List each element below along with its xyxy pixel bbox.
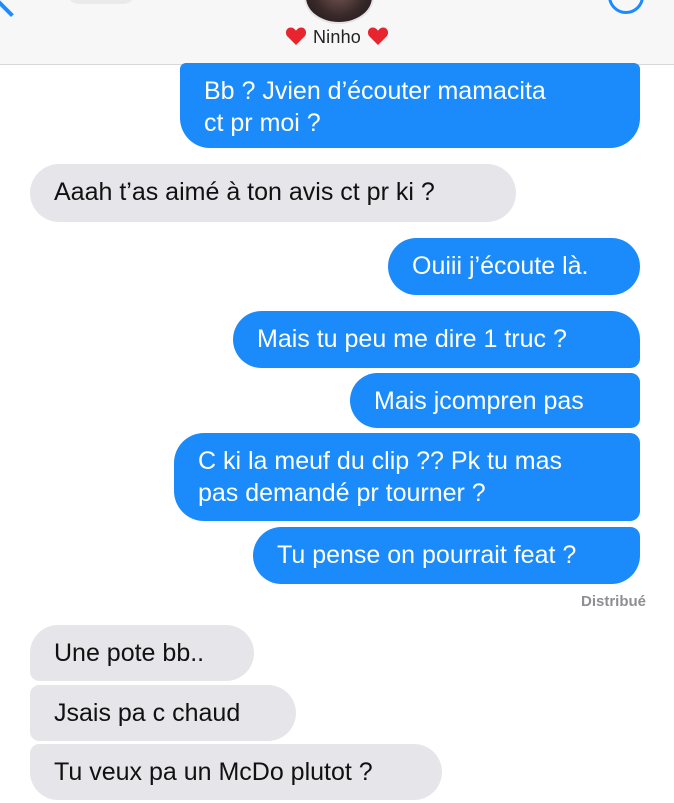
outgoing-message-bubble[interactable]: Ouiii j’écoute là. [388, 238, 640, 295]
conversation-header: Ninho [0, 0, 674, 65]
message-text: Aaah t’as aimé à ton avis ct pr ki ? [54, 178, 435, 206]
message-text: Tu pense on pourrait feat ? [277, 541, 577, 569]
message-text: C ki la meuf du clip ?? Pk tu mas [198, 447, 563, 475]
message-text: Jsais pa c chaud [54, 699, 241, 727]
message-text: Mais jcompren pas [374, 387, 584, 415]
message-text: Mais tu peu me dire 1 truc ? [257, 325, 567, 353]
back-label-fragment[interactable] [66, 0, 136, 4]
outgoing-message-bubble[interactable]: Tu pense on pourrait feat ? [253, 527, 640, 584]
message-text: Une pote bb.. [54, 639, 205, 667]
message-text: Tu veux pa un McDo plutot ? [54, 758, 373, 786]
message-text: Ouiii j’écoute là. [412, 252, 589, 280]
heart-icon [367, 27, 389, 45]
outgoing-message-bubble[interactable]: C ki la meuf du clip ?? Pk tu mas pas de… [174, 433, 640, 521]
heart-icon [285, 27, 307, 45]
incoming-message-bubble[interactable]: Tu veux pa un McDo plutot ? [30, 744, 442, 800]
outgoing-message-bubble[interactable]: Mais tu peu me dire 1 truc ? [233, 311, 640, 368]
incoming-message-bubble[interactable]: Jsais pa c chaud [30, 685, 296, 741]
delivery-status: Distribué [580, 593, 646, 610]
contact-title[interactable]: Ninho [0, 26, 674, 48]
contact-name: Ninho [312, 27, 362, 47]
info-icon[interactable] [608, 0, 644, 14]
message-text: Bb ? Jvien d’écouter mamacita [204, 77, 546, 105]
incoming-message-bubble[interactable]: Aaah t’as aimé à ton avis ct pr ki ? [30, 164, 516, 222]
message-text: pas demandé pr tourner ? [198, 479, 486, 507]
outgoing-message-bubble[interactable]: Bb ? Jvien d’écouter mamacita ct pr moi … [180, 63, 640, 148]
contact-avatar[interactable] [304, 0, 374, 24]
outgoing-message-bubble[interactable]: Mais jcompren pas [350, 373, 640, 428]
incoming-message-bubble[interactable]: Une pote bb.. [30, 625, 254, 681]
message-text: ct pr moi ? [204, 109, 321, 137]
back-chevron-icon[interactable] [0, 0, 36, 18]
